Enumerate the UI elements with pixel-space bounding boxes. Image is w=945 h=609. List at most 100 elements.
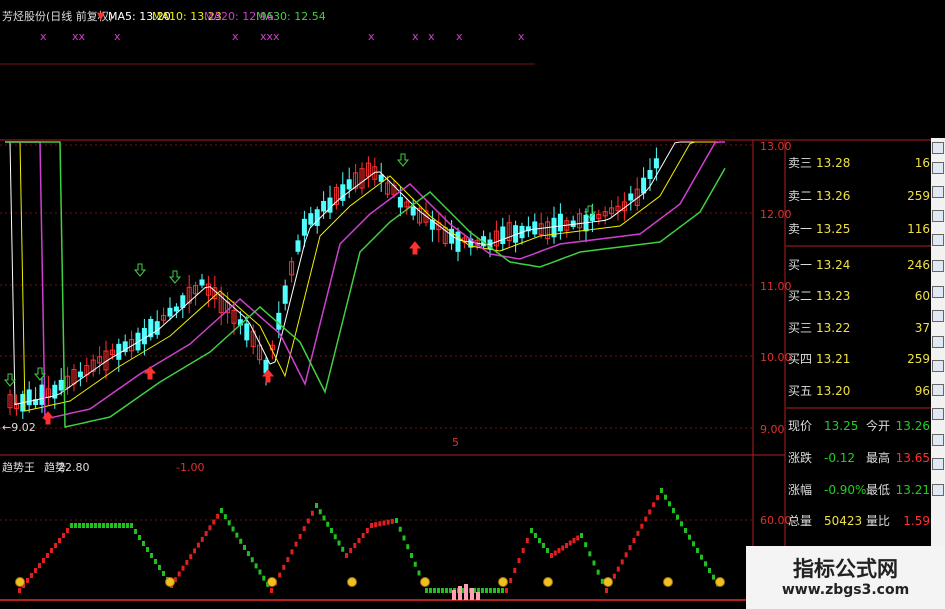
indicator-step-mark: [330, 528, 333, 533]
indicator-step-mark: [437, 588, 440, 593]
candle-body: [167, 307, 173, 317]
candle-body: [295, 240, 301, 252]
tool-icon[interactable]: [932, 186, 944, 198]
indicator-step-mark: [572, 538, 576, 543]
indicator-step-mark: [449, 588, 452, 593]
indicator-step-mark: [656, 495, 660, 501]
buy-row[interactable]: 买二 13.23 60: [786, 285, 932, 307]
tool-icon[interactable]: [932, 434, 944, 446]
indicator-step-mark: [534, 533, 537, 538]
buy-row[interactable]: 买四 13.21 259: [786, 348, 932, 370]
indicator-step-mark: [243, 544, 247, 550]
indicator-step-mark: [501, 588, 504, 593]
indicator-step-mark: [46, 553, 49, 558]
indicator-step-mark: [433, 588, 436, 593]
indicator-step-mark: [576, 535, 580, 541]
indicator-step-mark: [118, 523, 121, 528]
indicator-step-mark: [550, 553, 553, 558]
tool-icon[interactable]: [932, 458, 944, 470]
indicator-step-mark: [513, 568, 517, 573]
indicator-step-mark: [588, 551, 592, 557]
indicator-step-mark: [158, 565, 161, 570]
indicator-step-mark: [692, 541, 695, 547]
indicator-step-mark: [110, 523, 113, 528]
candle-body: [321, 200, 327, 212]
indicator-step-mark: [684, 528, 687, 533]
indicator-step-mark: [357, 538, 361, 543]
coin-icon: [420, 577, 430, 587]
tool-icon[interactable]: [932, 336, 944, 348]
site-watermark: 指标公式网 www.zbgs3.com: [746, 546, 945, 609]
tool-icon[interactable]: [932, 162, 944, 174]
buy-row[interactable]: 买一 13.24 246: [786, 254, 932, 276]
indicator-step-mark: [138, 535, 141, 540]
indicator-step-mark: [390, 518, 394, 524]
buy-row[interactable]: 买三 13.22 37: [786, 317, 932, 339]
indicator-step-mark: [696, 548, 699, 553]
tool-icon[interactable]: [932, 360, 944, 372]
indicator-step-mark: [286, 557, 290, 563]
indicator-step-mark: [208, 525, 212, 531]
buy-row[interactable]: 买五 13.20 96: [786, 380, 932, 402]
candle-body: [653, 158, 659, 169]
sell-signal-arrow-icon: [396, 153, 410, 167]
indicator-step-mark: [620, 559, 624, 565]
indicator-step-mark: [624, 552, 628, 558]
tool-icon[interactable]: [932, 286, 944, 298]
sell-row[interactable]: 卖三 13.28 16: [786, 152, 932, 174]
side-toolbar: [931, 138, 945, 609]
candle-body: [314, 209, 320, 226]
indicator-step-mark: [429, 588, 432, 593]
indicator-step-mark: [489, 588, 492, 593]
sell-row[interactable]: 卖二 13.26 259: [786, 185, 932, 207]
indicator-step-mark: [196, 542, 200, 548]
indicator-step-mark: [102, 523, 105, 528]
indicator-step-mark: [521, 548, 525, 553]
x-marker: xx: [72, 30, 86, 43]
coin-icon: [15, 577, 25, 587]
candle-body: [647, 169, 653, 179]
tool-icon[interactable]: [932, 408, 944, 420]
indicator-step-mark: [353, 543, 357, 548]
candle-body: [141, 327, 147, 345]
indicator-step-mark: [82, 523, 85, 528]
indicator-step-mark: [530, 528, 533, 533]
tool-icon[interactable]: [932, 384, 944, 396]
indicator-step-mark: [688, 534, 691, 540]
indicator-step-mark: [664, 494, 667, 500]
ma5-line: [5, 141, 725, 406]
indicator-step-mark: [66, 528, 69, 533]
tool-icon[interactable]: [932, 484, 944, 496]
sell-row[interactable]: 卖一 13.25 116: [786, 218, 932, 240]
indicator-step-mark: [74, 523, 77, 528]
indicator-step-mark: [525, 538, 529, 543]
volume-bar: [476, 592, 480, 600]
indicator-step-mark: [538, 538, 541, 543]
indicator-step-mark: [374, 522, 378, 528]
indicator-step-mark: [142, 541, 145, 546]
indicator-step-mark: [712, 574, 715, 580]
quote-info-row: 涨幅 -0.90% 最低 13.21: [788, 483, 930, 497]
indicator-step-mark: [193, 548, 197, 554]
indicator-step-mark: [90, 523, 93, 528]
indicator-step-mark: [497, 588, 500, 593]
candle-body: [301, 218, 307, 236]
x-marker: xxx: [260, 30, 280, 43]
sell-signal-arrow-icon: [3, 373, 17, 387]
indicator-step-mark: [628, 545, 632, 551]
tool-icon[interactable]: [932, 260, 944, 272]
tool-icon[interactable]: [932, 142, 944, 154]
indicator-step-mark: [349, 548, 353, 553]
tool-icon[interactable]: [932, 234, 944, 246]
indicator-step-mark: [648, 509, 652, 515]
indicator-step-mark: [632, 538, 636, 543]
quote-info-row: 现价 13.25 今开 13.26: [788, 419, 930, 433]
tool-icon[interactable]: [932, 310, 944, 322]
sell-signal-arrow-icon: [168, 270, 182, 284]
indicator-step-mark: [227, 520, 231, 526]
tool-icon[interactable]: [932, 210, 944, 222]
indicator-step-mark: [246, 551, 250, 557]
indicator-step-mark: [235, 532, 239, 538]
indicator-value: 22.80: [58, 461, 90, 474]
indicator-step-mark: [42, 558, 45, 563]
